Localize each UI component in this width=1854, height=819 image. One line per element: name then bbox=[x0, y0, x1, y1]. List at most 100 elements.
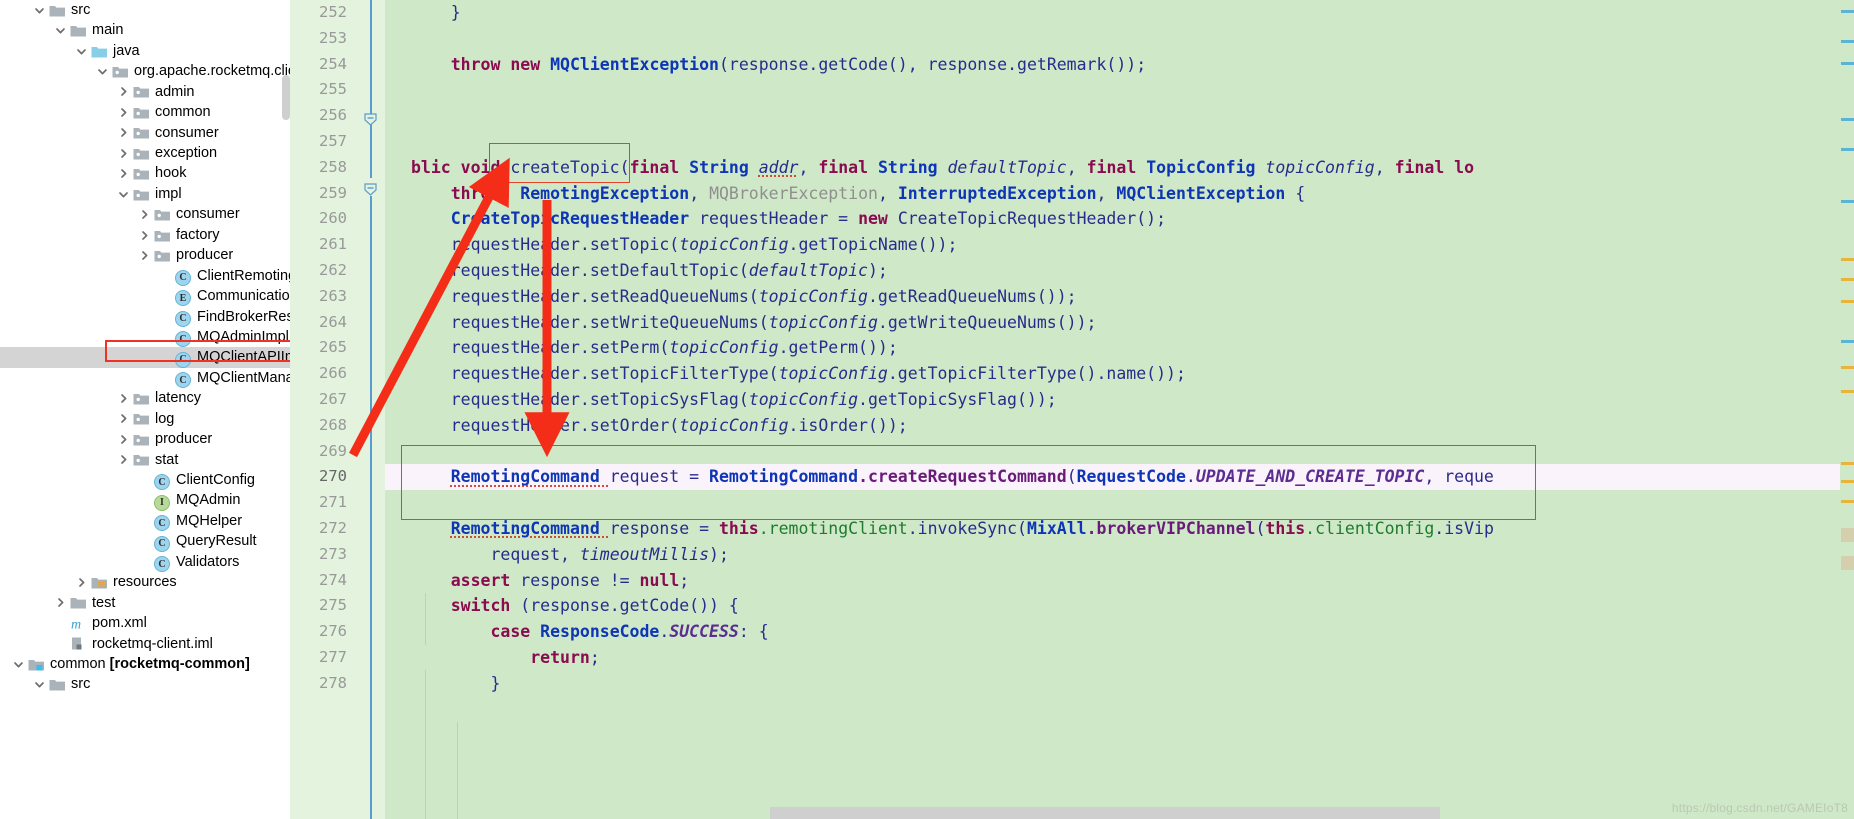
tree-item-src[interactable]: src bbox=[0, 674, 290, 694]
tree-item-log[interactable]: log bbox=[0, 409, 290, 429]
chevron-right-icon[interactable] bbox=[117, 167, 130, 180]
tree-item-mqclientapiimpl[interactable]: C MQClientAPIImpl bbox=[0, 347, 290, 368]
chevron-right-icon[interactable] bbox=[117, 453, 130, 466]
marker-stripe[interactable] bbox=[1841, 200, 1854, 203]
marker-stripe[interactable] bbox=[1841, 390, 1854, 393]
tree-item-findbrokerresult[interactable]: C FindBrokerResult bbox=[0, 307, 290, 327]
code-line-275[interactable]: switch (response.getCode()) { bbox=[385, 593, 1854, 619]
sidebar-scrollbar-thumb[interactable] bbox=[282, 75, 290, 120]
code-line-276[interactable]: case ResponseCode.SUCCESS: { bbox=[385, 619, 1854, 645]
code-line-272[interactable]: RemotingCommand response = this.remoting… bbox=[385, 516, 1854, 542]
code-line-271[interactable] bbox=[385, 490, 1854, 516]
tree-item-mqhelper[interactable]: C MQHelper bbox=[0, 511, 290, 532]
marker-stripe[interactable] bbox=[1841, 62, 1854, 65]
code-line-268[interactable]: requestHeader.setOrder(topicConfig.isOrd… bbox=[385, 413, 1854, 439]
code-line-265[interactable]: requestHeader.setPerm(topicConfig.getPer… bbox=[385, 335, 1854, 361]
code-line-259[interactable]: throws RemotingException, MQBrokerExcept… bbox=[385, 181, 1854, 207]
marker-stripe[interactable] bbox=[1841, 278, 1854, 281]
editor-horizontal-scrollbar[interactable] bbox=[770, 807, 1440, 819]
chevron-down-icon[interactable] bbox=[96, 65, 109, 78]
marker-stripe[interactable] bbox=[1841, 118, 1854, 121]
code-line-273[interactable]: request, timeoutMillis); bbox=[385, 542, 1854, 568]
marker-stripe[interactable] bbox=[1841, 500, 1854, 503]
chevron-right-icon[interactable] bbox=[117, 412, 130, 425]
chevron-down-icon[interactable] bbox=[54, 24, 67, 37]
tree-item-mqadminimpl[interactable]: C MQAdminImpl bbox=[0, 327, 290, 348]
code-line-260[interactable]: CreateTopicRequestHeader requestHeader =… bbox=[385, 206, 1854, 232]
code-line-252[interactable]: } bbox=[385, 0, 1854, 26]
code-line-261[interactable]: requestHeader.setTopic(topicConfig.getTo… bbox=[385, 232, 1854, 258]
marker-stripe[interactable] bbox=[1841, 300, 1854, 303]
fold-collapse-icon[interactable] bbox=[363, 182, 378, 197]
tree-item-exception[interactable]: exception bbox=[0, 143, 290, 163]
code-line-278[interactable]: } bbox=[385, 671, 1854, 697]
marker-stripe[interactable] bbox=[1841, 40, 1854, 43]
chevron-right-icon[interactable] bbox=[117, 85, 130, 98]
tree-item-test[interactable]: test bbox=[0, 593, 290, 613]
tree-item-common[interactable]: common bbox=[0, 102, 290, 122]
code-line-258[interactable]: blic void createTopic(final String addr,… bbox=[385, 155, 1854, 181]
editor-panel[interactable]: 252 253 254 255 256 257 258 259 260 261 262 263 264 2… bbox=[290, 0, 1854, 819]
tree-item-producer[interactable]: producer bbox=[0, 429, 290, 449]
tree-item-consumer[interactable]: consumer bbox=[0, 123, 290, 143]
marker-stripe[interactable] bbox=[1841, 556, 1854, 570]
tree-item-clientremotingprocessor[interactable]: C ClientRemotingProcessor bbox=[0, 266, 290, 286]
chevron-right-icon[interactable] bbox=[117, 147, 130, 160]
chevron-right-icon[interactable] bbox=[54, 596, 67, 609]
chevron-right-icon[interactable] bbox=[138, 249, 151, 262]
code-line-262[interactable]: requestHeader.setDefaultTopic(defaultTop… bbox=[385, 258, 1854, 284]
code-line-257[interactable] bbox=[385, 129, 1854, 155]
code-line-253[interactable] bbox=[385, 26, 1854, 52]
code-line-255[interactable] bbox=[385, 77, 1854, 103]
tree-item-pom-xml[interactable]: m pom.xml bbox=[0, 613, 290, 633]
code-line-267[interactable]: requestHeader.setTopicSysFlag(topicConfi… bbox=[385, 387, 1854, 413]
code-line-254[interactable]: throw new MQClientException(response.get… bbox=[385, 52, 1854, 78]
tree-item-clientconfig[interactable]: C ClientConfig bbox=[0, 470, 290, 491]
marker-stripe[interactable] bbox=[1841, 148, 1854, 151]
editor-marker-bar[interactable] bbox=[1840, 0, 1854, 819]
code-line-264[interactable]: requestHeader.setWriteQueueNums(topicCon… bbox=[385, 310, 1854, 336]
tree-item-factory[interactable]: factory bbox=[0, 225, 290, 245]
code-text-area[interactable]: } throw new MQClientException(response.g… bbox=[385, 0, 1854, 819]
tree-item-stat[interactable]: stat bbox=[0, 450, 290, 470]
tree-item-common[interactable]: common [rocketmq-common] bbox=[0, 654, 290, 674]
code-line-270[interactable]: RemotingCommand request = RemotingComman… bbox=[385, 464, 1854, 491]
code-line-256[interactable] bbox=[385, 103, 1854, 129]
marker-stripe[interactable] bbox=[1841, 366, 1854, 369]
marker-stripe[interactable] bbox=[1841, 10, 1854, 13]
tree-item-rocketmq-client-iml[interactable]: rocketmq-client.iml bbox=[0, 634, 290, 654]
tree-item-admin[interactable]: admin bbox=[0, 82, 290, 102]
tree-item-validators[interactable]: C Validators bbox=[0, 552, 290, 573]
code-line-277[interactable]: return; bbox=[385, 645, 1854, 671]
chevron-right-icon[interactable] bbox=[117, 126, 130, 139]
tree-item-src[interactable]: src bbox=[0, 0, 290, 20]
marker-stripe[interactable] bbox=[1841, 480, 1854, 483]
tree-item-consumer[interactable]: consumer bbox=[0, 204, 290, 224]
tree-item-impl[interactable]: impl bbox=[0, 184, 290, 204]
chevron-down-icon[interactable] bbox=[33, 4, 46, 17]
marker-stripe[interactable] bbox=[1841, 462, 1854, 465]
marker-stripe[interactable] bbox=[1841, 258, 1854, 261]
chevron-right-icon[interactable] bbox=[138, 208, 151, 221]
code-line-266[interactable]: requestHeader.setTopicFilterType(topicCo… bbox=[385, 361, 1854, 387]
tree-item-hook[interactable]: hook bbox=[0, 164, 290, 184]
chevron-right-icon[interactable] bbox=[75, 576, 88, 589]
code-line-269[interactable] bbox=[385, 439, 1854, 465]
tree-item-queryresult[interactable]: C QueryResult bbox=[0, 531, 290, 552]
tree-item-communicationmode[interactable]: E CommunicationMode bbox=[0, 286, 290, 307]
chevron-down-icon[interactable] bbox=[12, 658, 25, 671]
chevron-right-icon[interactable] bbox=[138, 229, 151, 242]
code-folding-strip[interactable] bbox=[357, 0, 385, 819]
fold-collapse-icon[interactable] bbox=[363, 112, 378, 127]
code-line-274[interactable]: assert response != null; bbox=[385, 568, 1854, 594]
marker-stripe[interactable] bbox=[1841, 528, 1854, 542]
tree-item-java[interactable]: java bbox=[0, 41, 290, 61]
tree-item-resources[interactable]: resources bbox=[0, 572, 290, 592]
chevron-right-icon[interactable] bbox=[117, 106, 130, 119]
chevron-down-icon[interactable] bbox=[117, 188, 130, 201]
project-tree[interactable]: srcmainjavaorg.apache.rocketmq.clientadm… bbox=[0, 0, 290, 695]
chevron-down-icon[interactable] bbox=[33, 678, 46, 691]
tree-item-main[interactable]: main bbox=[0, 20, 290, 40]
tree-item-mqadmin[interactable]: I MQAdmin bbox=[0, 491, 290, 511]
tree-item-mqclientmanager[interactable]: C MQClientManager bbox=[0, 368, 290, 389]
